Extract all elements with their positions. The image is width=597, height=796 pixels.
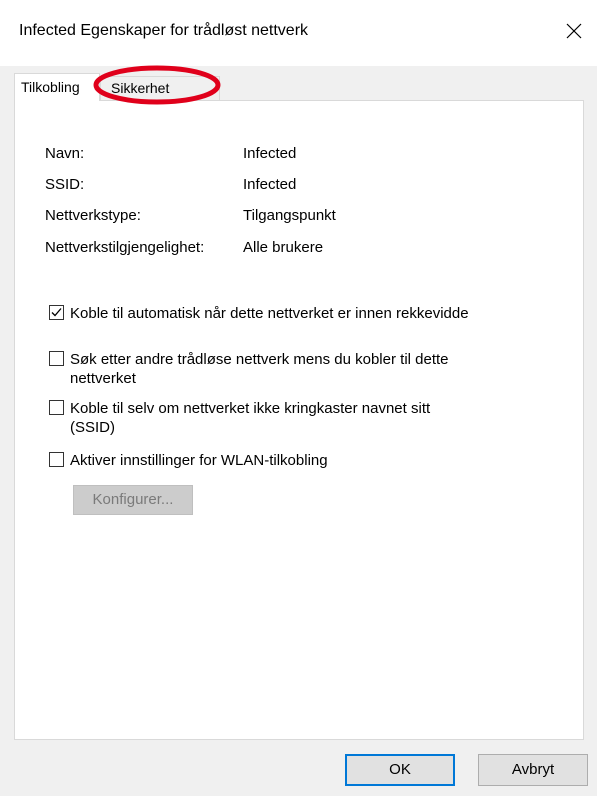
- search-other-networks-label: Søk etter andre trådløse nettverk mens d…: [70, 350, 449, 388]
- auto-connect-checkbox[interactable]: [49, 305, 64, 320]
- close-button[interactable]: [551, 8, 597, 54]
- configure-button: Konfigurer...: [73, 485, 193, 515]
- property-value: Infected: [243, 176, 297, 193]
- tab-tilkobling-label: Tilkobling: [21, 79, 80, 95]
- connect-hidden-label: Koble til selv om nettverket ikke kringk…: [70, 399, 430, 437]
- connect-hidden-label-line1: Koble til selv om nettverket ikke kringk…: [70, 400, 431, 417]
- property-value: Alle brukere: [243, 239, 324, 256]
- wlan-settings-checkbox[interactable]: [49, 452, 64, 467]
- connect-hidden-label-line2: (SSID): [70, 419, 115, 436]
- wlan-settings-label: Aktiver innstillinger for WLAN-tilkoblin…: [70, 452, 328, 469]
- ok-button[interactable]: OK: [345, 754, 455, 786]
- search-other-networks-label-line1: Søk etter andre trådløse nettverk mens d…: [70, 351, 449, 368]
- connect-hidden-checkbox[interactable]: [49, 400, 64, 415]
- property-label: SSID:: [45, 176, 85, 193]
- close-icon: [566, 23, 582, 39]
- cancel-button[interactable]: Avbryt: [478, 754, 588, 786]
- tab-sikkerhet-label: Sikkerhet: [111, 80, 170, 96]
- property-label: Navn:: [45, 145, 85, 162]
- property-label: Nettverkstilgjengelighet:: [45, 239, 205, 256]
- search-other-networks-checkbox[interactable]: [49, 351, 64, 366]
- tab-tilkobling[interactable]: Tilkobling: [14, 73, 100, 101]
- property-value: Tilgangspunkt: [243, 207, 336, 224]
- tab-strip: Tilkobling Sikkerhet: [14, 73, 584, 101]
- property-value: Infected: [243, 145, 297, 162]
- window-title: Infected Egenskaper for trådløst nettver…: [19, 22, 309, 39]
- checkmark-icon: [51, 308, 62, 317]
- title-bar: Infected Egenskaper for trådløst nettver…: [0, 0, 597, 66]
- tab-sikkerhet[interactable]: Sikkerhet: [100, 76, 220, 100]
- search-other-networks-label-line2: nettverket: [70, 370, 136, 387]
- tab-panel-tilkobling: Navn: Infected SSID: Infected Nettverkst…: [14, 100, 584, 740]
- auto-connect-label: Koble til automatisk når dette nettverke…: [70, 305, 469, 322]
- property-label: Nettverkstype:: [45, 207, 141, 224]
